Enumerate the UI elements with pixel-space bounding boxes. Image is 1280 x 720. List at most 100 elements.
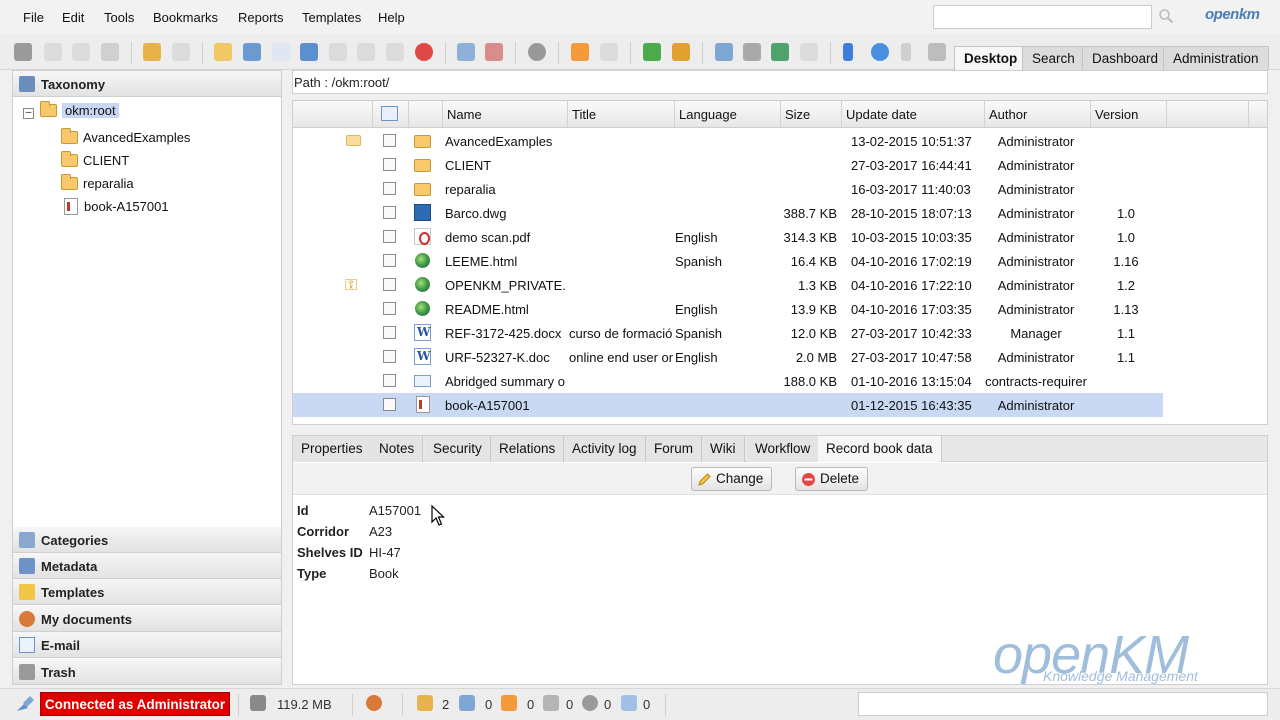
table-row[interactable]: reparalia 16-03-2017 11:40:03 Administrato… — [293, 177, 1163, 201]
delete-button[interactable]: Delete — [795, 467, 869, 491]
row-checkbox[interactable] — [383, 254, 396, 267]
tab-activity-log[interactable]: Activity log — [564, 436, 646, 462]
collapse-icon[interactable]: – — [23, 108, 34, 119]
row-checkbox[interactable] — [383, 182, 396, 195]
refresh-icon[interactable] — [44, 43, 62, 61]
tab-search[interactable]: Search — [1022, 46, 1085, 70]
menu-bookmarks[interactable]: Bookmarks — [153, 10, 218, 25]
row-checkbox[interactable] — [383, 134, 396, 147]
messages-icon[interactable] — [621, 695, 637, 711]
column-version[interactable]: Version — [1091, 101, 1167, 128]
add-folder-icon[interactable] — [214, 43, 232, 61]
menu-file[interactable]: File — [23, 10, 44, 25]
delete-icon[interactable] — [415, 43, 433, 61]
tab-relations[interactable]: Relations — [491, 436, 565, 462]
lock-icon[interactable] — [143, 43, 161, 61]
print-icon[interactable] — [101, 43, 119, 61]
menu-help[interactable]: Help — [378, 10, 405, 25]
tab-record-book-data[interactable]: Record book data — [818, 436, 942, 462]
stack-metadata[interactable]: Metadata — [13, 553, 281, 579]
table-row[interactable]: URF-52327-K.doc online end user orEnglish… — [293, 345, 1163, 369]
tab-forum[interactable]: Forum — [646, 436, 703, 462]
unlock-icon[interactable] — [172, 43, 190, 61]
table-row[interactable]: Barco.dwg 388.7 KB 28-10-2015 18:07:13 Admi… — [293, 201, 1163, 225]
table-row[interactable]: README.html English 13.9 KB 04-10-2016 17:0… — [293, 297, 1163, 321]
column-size[interactable]: Size — [781, 101, 842, 128]
convert-icon[interactable] — [771, 43, 789, 61]
stack-email[interactable]: E-mail — [13, 632, 281, 658]
column-language[interactable]: Language — [675, 101, 781, 128]
row-checkbox[interactable] — [383, 302, 396, 315]
change-button[interactable]: Change — [691, 467, 773, 491]
tree-node-reparalia[interactable]: reparalia — [61, 174, 134, 194]
column-update-date[interactable]: Update date — [842, 101, 985, 128]
checkout-icon[interactable] — [357, 43, 375, 61]
table-row[interactable]: AvancedExamples 13-02-2015 10:51:37 Admini… — [293, 129, 1163, 153]
quick-search-input[interactable] — [933, 5, 1152, 29]
stack-my-documents[interactable]: My documents — [13, 606, 281, 632]
home-icon[interactable] — [14, 43, 32, 61]
clipboard-icon[interactable] — [800, 43, 818, 61]
row-checkbox[interactable] — [383, 158, 396, 171]
workflow-gear-icon[interactable] — [528, 43, 546, 61]
menu-edit[interactable]: Edit — [62, 10, 84, 25]
menu-tools[interactable]: Tools — [104, 10, 134, 25]
edit-icon[interactable] — [329, 43, 347, 61]
row-checkbox[interactable] — [383, 398, 396, 411]
column-select-all[interactable] — [373, 101, 409, 128]
history-icon[interactable] — [871, 43, 889, 61]
scanner-icon[interactable] — [72, 43, 90, 61]
upload-icon[interactable] — [715, 43, 733, 61]
column-title[interactable]: Title — [568, 101, 675, 128]
download-icon[interactable] — [743, 43, 761, 61]
arrow-right-icon[interactable] — [901, 43, 911, 61]
table-row[interactable]: CLIENT 27-03-2017 16:44:41 Administrator — [293, 153, 1163, 177]
table-row[interactable]: REF-3172-425.docx curso de formacióSpanis… — [293, 321, 1163, 345]
row-checkbox[interactable] — [383, 374, 396, 387]
tab-security[interactable]: Security — [425, 436, 491, 462]
tree-node-book[interactable]: book-A157001 — [64, 197, 169, 217]
row-checkbox[interactable] — [383, 206, 396, 219]
stack-trash[interactable]: Trash — [13, 659, 281, 685]
stack-templates[interactable]: Templates — [13, 579, 281, 605]
tree-node-client[interactable]: CLIENT — [61, 151, 129, 171]
checkout-documents-icon[interactable] — [459, 695, 475, 711]
tab-dashboard[interactable]: Dashboard — [1082, 46, 1169, 70]
user-icon[interactable] — [928, 43, 946, 61]
add-record-icon[interactable] — [300, 43, 318, 61]
subscribe-icon[interactable] — [571, 43, 589, 61]
tab-notes[interactable]: Notes — [371, 436, 424, 462]
tree-node-root[interactable]: – okm:root — [23, 101, 119, 121]
tab-administration[interactable]: Administration — [1163, 46, 1269, 70]
add-property-group-icon[interactable] — [457, 43, 475, 61]
menu-templates[interactable]: Templates — [302, 10, 361, 25]
user-info-icon[interactable] — [366, 695, 382, 711]
workflow-tasks-icon[interactable] — [582, 695, 598, 711]
locked-documents-icon[interactable] — [417, 695, 433, 711]
tree-node-avancedexamples[interactable]: AvancedExamples — [61, 128, 190, 148]
search-icon[interactable] — [1158, 8, 1174, 24]
add-document-icon[interactable] — [272, 43, 290, 61]
table-row[interactable]: demo scan.pdf English 314.3 KB 10-03-2015 1… — [293, 225, 1163, 249]
tab-workflow[interactable]: Workflow — [747, 436, 820, 462]
row-checkbox[interactable] — [383, 350, 396, 363]
column-name[interactable]: Name — [443, 101, 568, 128]
table-row[interactable]: LEEME.html Spanish 16.4 KB 04-10-2016 17:02… — [293, 249, 1163, 273]
column-author[interactable]: Author — [985, 101, 1091, 128]
table-row[interactable]: book-A157001 01-12-2015 16:43:35 Administr… — [293, 393, 1163, 417]
select-all-icon[interactable] — [381, 106, 398, 121]
unsubscribe-icon[interactable] — [600, 43, 618, 61]
arrow-left-icon[interactable] — [843, 43, 853, 61]
tab-desktop[interactable]: Desktop — [954, 46, 1028, 70]
menu-reports[interactable]: Reports — [238, 10, 284, 25]
stack-taxonomy[interactable]: Taxonomy — [13, 71, 281, 97]
row-checkbox[interactable] — [383, 278, 396, 291]
subscriptions-icon[interactable] — [501, 695, 517, 711]
table-row[interactable]: ⚿ OPENKM_PRIVATE. 1.3 KB 04-10-2016 17:22:1… — [293, 273, 1163, 297]
remove-property-group-icon[interactable] — [485, 43, 503, 61]
home-folder-icon[interactable] — [672, 43, 690, 61]
tab-wiki[interactable]: Wiki — [702, 436, 745, 462]
add-mail-icon[interactable] — [243, 43, 261, 61]
stack-categories[interactable]: Categories — [13, 527, 281, 553]
row-checkbox[interactable] — [383, 326, 396, 339]
